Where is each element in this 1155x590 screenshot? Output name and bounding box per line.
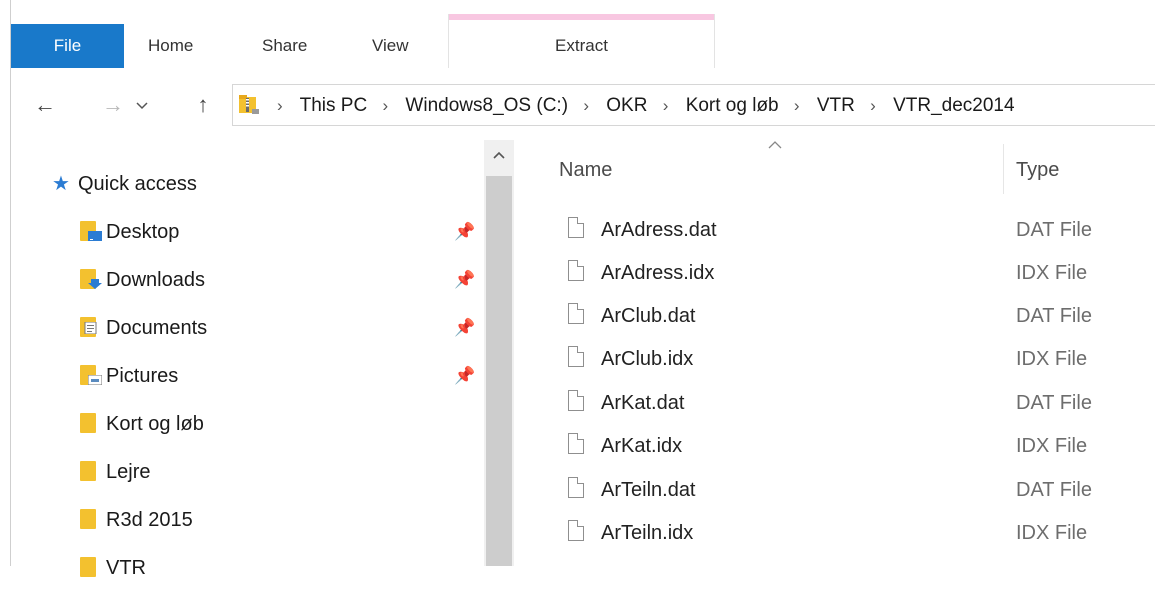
sidebar-item-r3d-2015[interactable]: R3d 2015	[80, 498, 193, 542]
star-icon: ★	[52, 173, 70, 195]
sidebar-item-label: Kort og løb	[106, 413, 204, 435]
file-icon	[568, 303, 584, 324]
breadcrumb-separator-icon[interactable]: ›	[382, 96, 388, 115]
file-row[interactable]: ArAdress.idx IDX File	[520, 252, 1155, 295]
sidebar-item-lejre[interactable]: Lejre	[80, 450, 150, 494]
file-type: DAT File	[1016, 219, 1092, 241]
sidebar-item-pictures[interactable]: Pictures	[80, 354, 178, 398]
quick-access[interactable]: ★ Quick access	[52, 164, 197, 204]
file-type: IDX File	[1016, 522, 1088, 544]
file-icon	[568, 260, 584, 281]
recent-locations-icon[interactable]	[132, 80, 152, 130]
breadcrumb: › This PC › Windows8_OS (C:) › OKR › Kor…	[267, 85, 1015, 127]
file-row[interactable]: ArClub.idx IDX File	[520, 338, 1155, 381]
file-type: IDX File	[1016, 262, 1088, 284]
zip-folder-icon	[239, 95, 259, 114]
file-icon	[568, 390, 584, 411]
sidebar-item-label: VTR	[106, 557, 146, 579]
file-name: ArAdress.idx	[601, 262, 715, 284]
sidebar-item-label: Documents	[106, 317, 208, 339]
tab-view[interactable]: View	[372, 24, 409, 68]
file-row[interactable]: ArKat.dat DAT File	[520, 382, 1155, 425]
breadcrumb-vtr[interactable]: VTR	[817, 95, 855, 116]
file-icon	[568, 433, 584, 454]
file-row[interactable]: ArClub.dat DAT File	[520, 295, 1155, 338]
file-type: DAT File	[1016, 392, 1092, 414]
breadcrumb-separator-icon[interactable]: ›	[870, 96, 876, 115]
breadcrumb-okr[interactable]: OKR	[606, 95, 647, 116]
sidebar-item-downloads[interactable]: Downloads	[80, 258, 205, 302]
folder-icon	[80, 413, 96, 433]
file-icon	[568, 346, 584, 367]
forward-icon[interactable]: →	[98, 80, 128, 130]
sidebar-item-documents[interactable]: Documents	[80, 306, 207, 350]
pin-icon[interactable]: 📌	[454, 306, 475, 350]
address-bar[interactable]: › This PC › Windows8_OS (C:) › OKR › Kor…	[232, 84, 1155, 126]
file-row[interactable]: ArTeiln.dat DAT File	[520, 469, 1155, 512]
tab-share[interactable]: Share	[262, 24, 307, 68]
sidebar-item-kort-og-lob[interactable]: Kort og løb	[80, 402, 204, 446]
sidebar-item-label: Lejre	[106, 461, 151, 483]
desktop-folder-icon	[80, 221, 102, 241]
file-icon	[568, 520, 584, 541]
navigation-bar: ← → ↑ › This PC › Windows8_OS (C:) › OKR…	[0, 80, 1155, 130]
back-icon[interactable]: ←	[28, 80, 62, 130]
breadcrumb-separator-icon[interactable]: ›	[663, 96, 669, 115]
breadcrumb-separator-icon: ›	[277, 96, 283, 115]
file-icon	[568, 217, 584, 238]
tab-home[interactable]: Home	[148, 24, 193, 68]
pictures-folder-icon	[80, 365, 102, 385]
breadcrumb-separator-icon[interactable]: ›	[583, 96, 589, 115]
file-name: ArAdress.dat	[601, 219, 717, 241]
file-row[interactable]: ArKat.idx IDX File	[520, 425, 1155, 468]
quick-access-label: Quick access	[78, 173, 197, 195]
pin-icon[interactable]: 📌	[454, 258, 475, 302]
sidebar-item-label: Downloads	[106, 269, 205, 291]
file-row[interactable]: ArAdress.dat DAT File	[520, 209, 1155, 252]
scroll-up-icon[interactable]	[484, 146, 514, 162]
file-type: DAT File	[1016, 305, 1092, 327]
documents-folder-icon	[80, 317, 97, 337]
ribbon: File Home Share View Extract	[0, 0, 1155, 72]
file-name: ArClub.idx	[601, 348, 694, 370]
file-row[interactable]: ArTeiln.idx IDX File	[520, 512, 1155, 555]
breadcrumb-separator-icon[interactable]: ›	[794, 96, 800, 115]
file-name: ArKat.idx	[601, 435, 683, 457]
sidebar-item-label: Desktop	[106, 221, 180, 243]
column-divider[interactable]	[1003, 144, 1004, 194]
file-name: ArClub.dat	[601, 305, 696, 327]
sidebar-item-vtr[interactable]: VTR	[80, 546, 146, 590]
folder-icon	[80, 557, 96, 577]
breadcrumb-kort-og-lob[interactable]: Kort og løb	[686, 95, 779, 116]
sidebar-item-desktop[interactable]: Desktop	[80, 210, 179, 254]
file-name: ArTeiln.dat	[601, 479, 696, 501]
file-name: ArKat.dat	[601, 392, 685, 414]
pin-icon[interactable]: 📌	[454, 354, 475, 398]
folder-icon	[80, 509, 96, 529]
file-name: ArTeiln.idx	[601, 522, 694, 544]
file-type: IDX File	[1016, 435, 1088, 457]
breadcrumb-vtr-dec2014[interactable]: VTR_dec2014	[893, 95, 1014, 116]
breadcrumb-this-pc[interactable]: This PC	[300, 95, 368, 116]
chevron-down-icon	[136, 102, 148, 110]
tab-extract[interactable]: Extract	[448, 14, 715, 68]
tab-file[interactable]: File	[11, 24, 124, 68]
column-header-type[interactable]: Type	[1016, 150, 1059, 190]
folder-icon	[80, 461, 96, 481]
downloads-folder-icon	[80, 269, 102, 289]
sidebar-item-label: Pictures	[106, 365, 179, 387]
column-header-name[interactable]: Name	[559, 150, 612, 190]
sidebar-item-label: R3d 2015	[106, 509, 193, 531]
file-type: IDX File	[1016, 348, 1088, 370]
breadcrumb-windows8-os[interactable]: Windows8_OS (C:)	[405, 95, 568, 116]
file-type: DAT File	[1016, 479, 1092, 501]
file-icon	[568, 477, 584, 498]
up-icon[interactable]: ↑	[188, 80, 218, 130]
pin-icon[interactable]: 📌	[454, 210, 475, 254]
sort-ascending-icon	[768, 136, 782, 152]
nav-pane-scroll-thumb[interactable]	[486, 176, 512, 566]
